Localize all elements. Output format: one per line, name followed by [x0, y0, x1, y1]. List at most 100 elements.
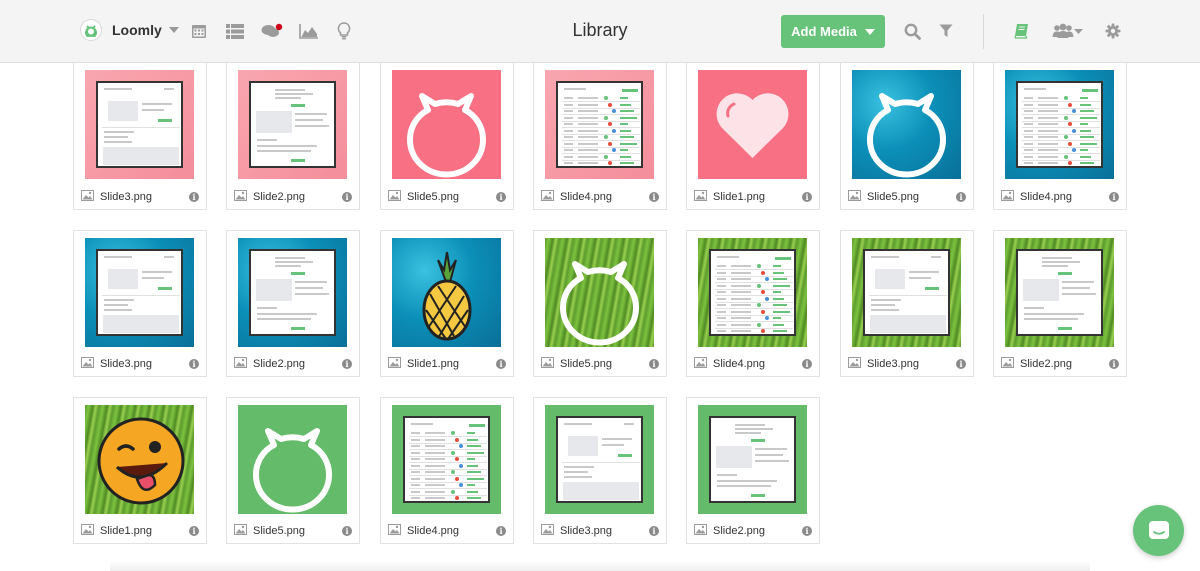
info-icon[interactable]: i: [1109, 192, 1119, 202]
team-icon[interactable]: [1052, 21, 1084, 41]
media-card[interactable]: Slide4.png i: [380, 397, 514, 544]
info-icon[interactable]: i: [496, 526, 506, 536]
media-card-footer: Slide2.png i: [227, 352, 359, 376]
media-card[interactable]: Slide4.png i: [533, 63, 667, 210]
brand-switcher[interactable]: Loomly: [80, 19, 179, 41]
media-thumbnail[interactable]: [238, 238, 347, 347]
file-name: Slide2.png: [253, 358, 305, 370]
info-icon[interactable]: i: [342, 192, 352, 202]
brand-name: Loomly: [112, 22, 162, 38]
image-file-icon: [234, 355, 247, 373]
media-thumbnail[interactable]: [698, 70, 807, 179]
media-thumbnail[interactable]: [392, 405, 501, 514]
media-card[interactable]: Slide2.png i: [686, 397, 820, 544]
media-thumbnail[interactable]: [85, 405, 194, 514]
media-thumbnail[interactable]: [85, 70, 194, 179]
chevron-down-icon: [864, 28, 875, 35]
media-thumbnail[interactable]: [698, 238, 807, 347]
file-name: Slide5.png: [253, 525, 305, 537]
info-icon[interactable]: i: [189, 192, 199, 202]
page-bottom-shadow: [110, 561, 1090, 571]
media-thumbnail[interactable]: [545, 405, 654, 514]
media-thumbnail[interactable]: [1005, 70, 1114, 179]
add-media-button[interactable]: Add Media: [781, 15, 885, 48]
settings-gear-icon[interactable]: [1102, 21, 1124, 41]
info-icon[interactable]: i: [342, 526, 352, 536]
file-name: Slide3.png: [560, 525, 612, 537]
info-icon[interactable]: i: [496, 192, 506, 202]
media-card-footer: Slide4.png i: [534, 185, 666, 209]
library-book-icon[interactable]: [1011, 21, 1033, 41]
image-file-icon: [81, 355, 94, 373]
file-name: Slide5.png: [407, 191, 459, 203]
idea-bulb-icon[interactable]: [333, 21, 355, 41]
info-icon[interactable]: i: [649, 359, 659, 369]
media-thumbnail[interactable]: [238, 70, 347, 179]
file-name: Slide3.png: [100, 358, 152, 370]
media-card-footer: Slide5.png i: [841, 185, 973, 209]
media-card-footer: Slide1.png i: [687, 185, 819, 209]
info-icon[interactable]: i: [956, 359, 966, 369]
image-file-icon: [848, 355, 861, 373]
media-card[interactable]: Slide5.png i: [533, 230, 667, 377]
chat-launcher-button[interactable]: [1133, 505, 1184, 556]
media-card[interactable]: Slide4.png i: [993, 63, 1127, 210]
file-name: Slide4.png: [713, 358, 765, 370]
list-icon[interactable]: [224, 21, 246, 41]
info-icon[interactable]: i: [802, 359, 812, 369]
comments-icon[interactable]: [261, 21, 283, 41]
info-icon[interactable]: i: [1109, 359, 1119, 369]
media-thumbnail[interactable]: [545, 238, 654, 347]
info-icon[interactable]: i: [802, 526, 812, 536]
file-name: Slide1.png: [100, 525, 152, 537]
media-thumbnail[interactable]: [392, 238, 501, 347]
media-card[interactable]: Slide5.png i: [840, 63, 974, 210]
info-icon[interactable]: i: [342, 359, 352, 369]
media-card[interactable]: Slide3.png i: [840, 230, 974, 377]
media-card[interactable]: Slide3.png i: [533, 397, 667, 544]
info-icon[interactable]: i: [649, 526, 659, 536]
file-name: Slide4.png: [560, 191, 612, 203]
media-card[interactable]: Slide1.png i: [686, 63, 820, 210]
file-name: Slide5.png: [867, 191, 919, 203]
media-card[interactable]: Slide3.png i: [73, 230, 207, 377]
media-card-footer: Slide2.png i: [227, 185, 359, 209]
calendar-icon[interactable]: [188, 21, 210, 41]
search-icon[interactable]: [901, 21, 923, 41]
media-card[interactable]: Slide5.png i: [226, 397, 360, 544]
media-thumbnail[interactable]: [238, 405, 347, 514]
filter-icon[interactable]: [935, 21, 957, 41]
media-thumbnail[interactable]: [852, 238, 961, 347]
analytics-icon[interactable]: [298, 21, 320, 41]
media-card[interactable]: Slide2.png i: [226, 230, 360, 377]
add-media-label: Add Media: [791, 24, 857, 39]
media-thumbnail[interactable]: [1005, 238, 1114, 347]
media-thumbnail[interactable]: [698, 405, 807, 514]
media-card-footer: Slide1.png i: [381, 352, 513, 376]
chat-bubble-icon: [1148, 520, 1169, 539]
info-icon[interactable]: i: [802, 192, 812, 202]
loomly-logo-icon: [80, 19, 102, 41]
media-thumbnail[interactable]: [85, 238, 194, 347]
info-icon[interactable]: i: [189, 526, 199, 536]
toolbar-divider: [983, 14, 984, 49]
image-file-icon: [1001, 188, 1014, 206]
chevron-down-icon: [168, 27, 179, 33]
file-name: Slide2.png: [253, 191, 305, 203]
media-card[interactable]: Slide5.png i: [380, 63, 514, 210]
info-icon[interactable]: i: [956, 192, 966, 202]
info-icon[interactable]: i: [496, 359, 506, 369]
media-thumbnail[interactable]: [392, 70, 501, 179]
media-thumbnail[interactable]: [852, 70, 961, 179]
media-card[interactable]: Slide2.png i: [226, 63, 360, 210]
info-icon[interactable]: i: [189, 359, 199, 369]
info-icon[interactable]: i: [649, 192, 659, 202]
media-card[interactable]: Slide3.png i: [73, 63, 207, 210]
image-file-icon: [1001, 355, 1014, 373]
media-card[interactable]: Slide2.png i: [993, 230, 1127, 377]
media-card[interactable]: Slide1.png i: [73, 397, 207, 544]
image-file-icon: [81, 522, 94, 540]
media-thumbnail[interactable]: [545, 70, 654, 179]
media-card[interactable]: Slide4.png i: [686, 230, 820, 377]
media-card[interactable]: Slide1.png i: [380, 230, 514, 377]
